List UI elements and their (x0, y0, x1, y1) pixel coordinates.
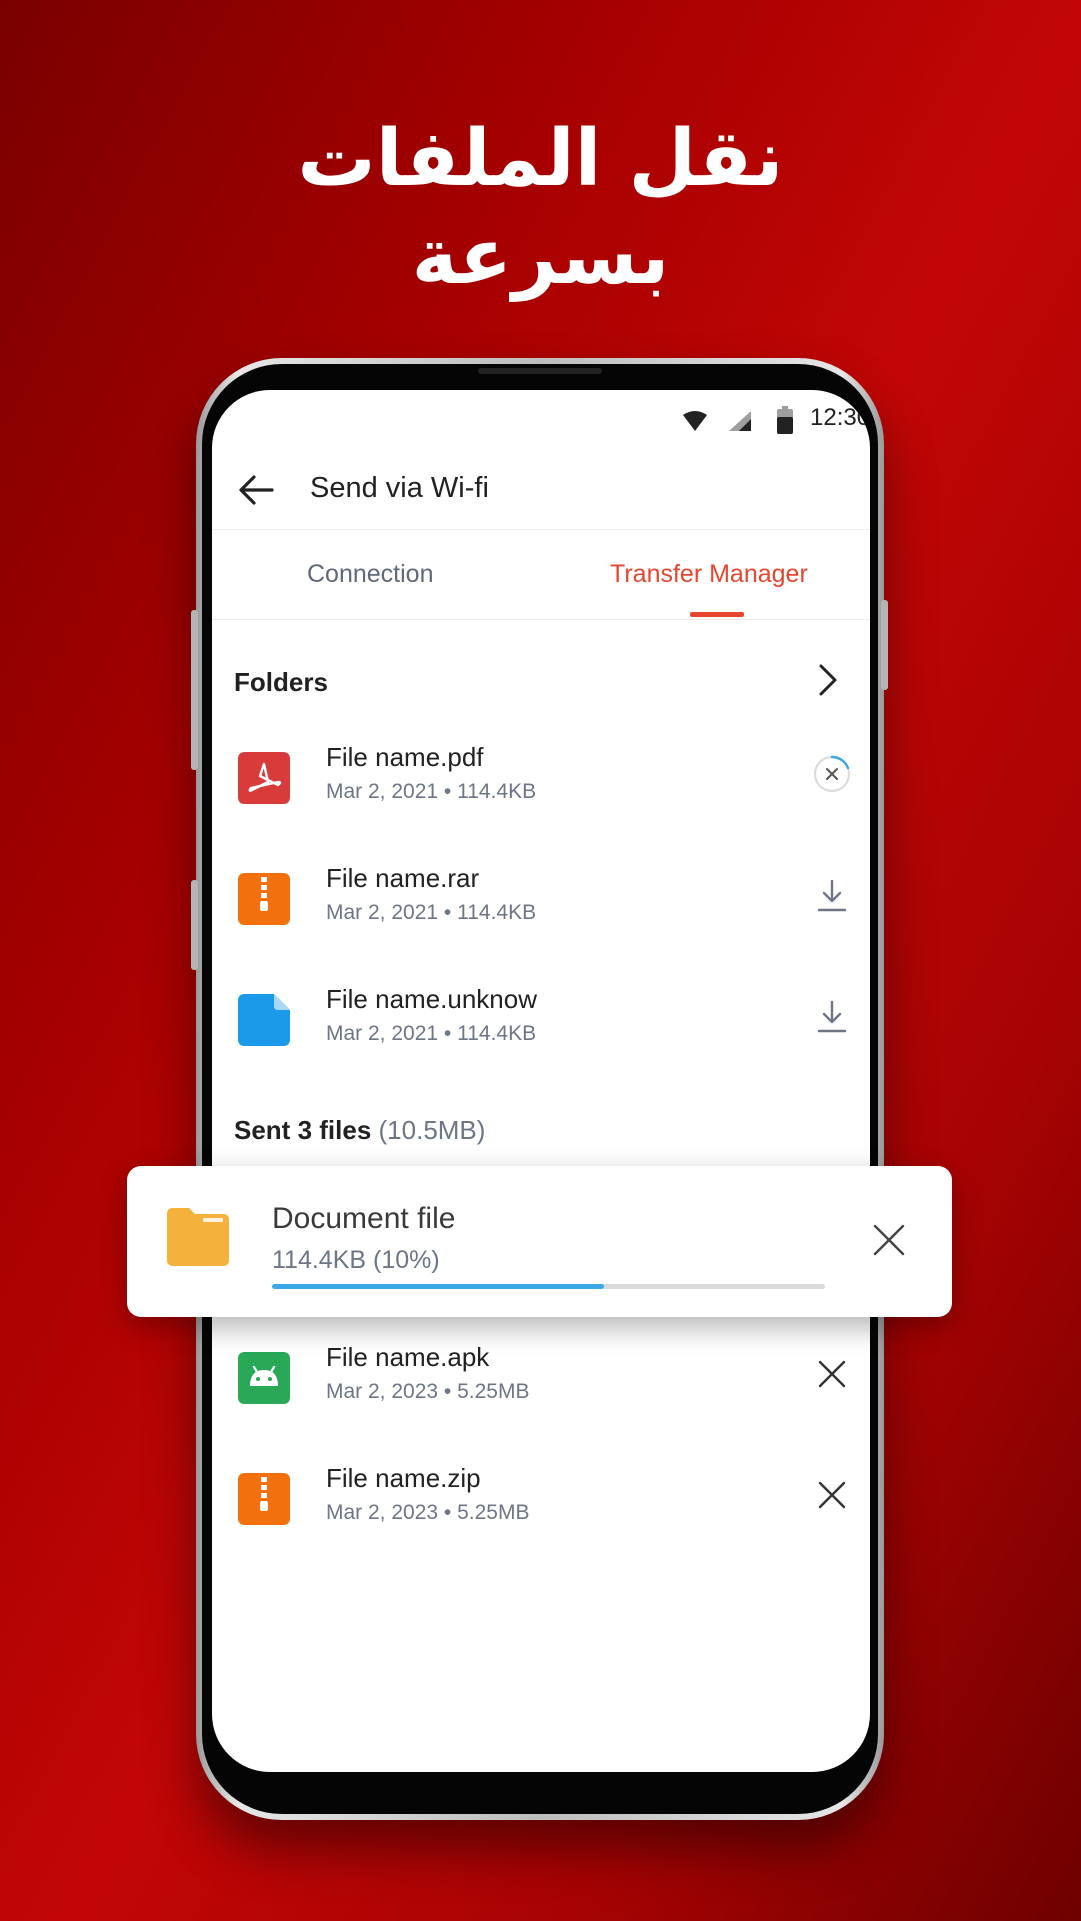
list-item[interactable]: File name.pdf Mar 2, 2021 • 114.4KB (212, 730, 870, 840)
file-name: File name.zip (326, 1463, 481, 1493)
sent-count: Sent 3 files (234, 1115, 372, 1145)
pdf-file-icon (238, 752, 290, 804)
file-meta: Mar 2, 2021 • 114.4KB (326, 780, 537, 803)
signal-icon (729, 411, 751, 431)
sent-size: (10.5MB) (378, 1115, 486, 1145)
close-icon[interactable] (812, 1354, 852, 1394)
sent-section-title: Sent 3 files (10.5MB) (234, 1115, 485, 1146)
file-meta: Mar 2, 2021 • 114.4KB (326, 901, 537, 924)
archive-file-icon (238, 1473, 290, 1525)
list-item[interactable]: File name.zip Mar 2, 2023 • 5.25MB (212, 1451, 870, 1561)
status-time: 12:30 (810, 404, 870, 431)
file-name: File name.apk (326, 1342, 490, 1372)
tab-bar: Connection Transfer Manager (212, 530, 870, 620)
tab-transfer-manager[interactable]: Transfer Manager (610, 560, 808, 589)
transfer-progress-fill (272, 1284, 604, 1289)
file-meta: Mar 2, 2023 • 5.25MB (326, 1380, 530, 1403)
unknown-file-icon (238, 994, 290, 1046)
phone-speaker (478, 368, 602, 374)
transfer-progress-card[interactable]: Document file 114.4KB (10%) (127, 1166, 952, 1317)
side-button (191, 880, 198, 970)
list-item[interactable]: File name.unknow Mar 2, 2021 • 114.4KB (212, 972, 870, 1082)
headline-line-2: بسرعة (411, 212, 670, 302)
close-icon[interactable] (812, 1475, 852, 1515)
android-file-icon (238, 1352, 290, 1404)
transfer-file-name: Document file (272, 1202, 456, 1235)
transfer-file-meta: 114.4KB (10%) (272, 1246, 440, 1274)
download-icon[interactable] (812, 875, 852, 915)
folder-icon (167, 1208, 229, 1266)
headline: نقل الملفات بسرعة (0, 110, 1081, 306)
arrow-left-icon[interactable] (236, 470, 276, 510)
folders-section-title: Folders (234, 667, 328, 697)
file-name: File name.unknow (326, 984, 537, 1014)
file-name: File name.rar (326, 863, 480, 893)
file-meta: Mar 2, 2023 • 5.25MB (326, 1501, 530, 1524)
chevron-right-icon[interactable] (812, 662, 842, 698)
list-item[interactable]: File name.rar Mar 2, 2021 • 114.4KB (212, 851, 870, 961)
file-meta: Mar 2, 2021 • 114.4KB (326, 1022, 537, 1045)
wifi-icon (683, 411, 707, 431)
power-button (881, 600, 888, 690)
download-icon[interactable] (812, 996, 852, 1036)
transfer-progress-bar (272, 1284, 825, 1289)
status-bar: 12:30 (212, 390, 870, 450)
app-title: Send via Wi-fi (310, 472, 489, 504)
app-bar: Send via Wi-fi (212, 450, 870, 530)
phone-screen: 12:30 Send via Wi-fi Connection Transfer… (212, 390, 870, 1772)
file-name: File name.pdf (326, 742, 484, 772)
archive-file-icon (238, 873, 290, 925)
active-tab-indicator (690, 612, 744, 617)
battery-icon (777, 406, 793, 434)
volume-button (191, 610, 198, 770)
close-icon[interactable] (869, 1220, 909, 1260)
cancel-progress-icon[interactable] (812, 754, 852, 794)
list-item[interactable]: File name.apk Mar 2, 2023 • 5.25MB (212, 1330, 870, 1440)
tab-connection[interactable]: Connection (307, 560, 433, 589)
headline-line-1: نقل الملفات (297, 114, 784, 204)
